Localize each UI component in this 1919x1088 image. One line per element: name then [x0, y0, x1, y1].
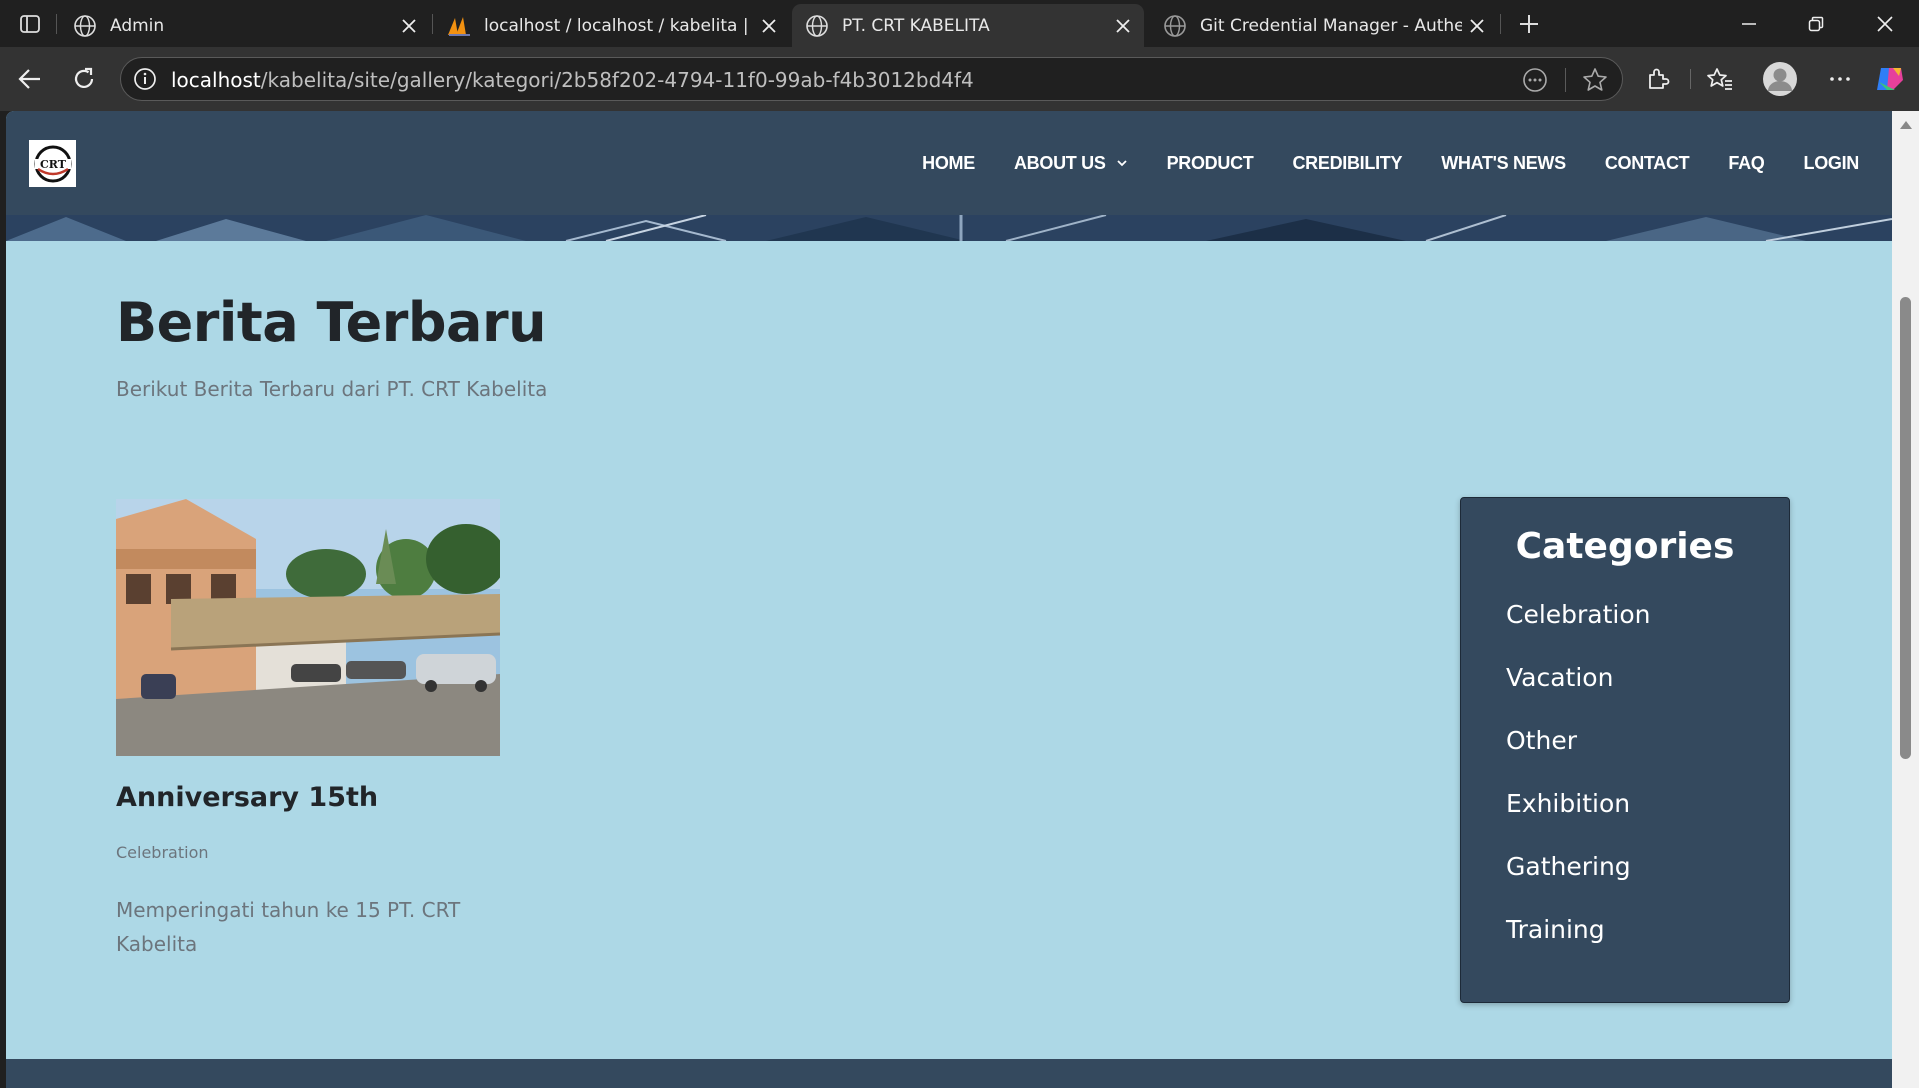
category-item-gathering[interactable]: Gathering	[1506, 852, 1651, 915]
main-content: Berita Terbaru Berikut Berita Terbaru da…	[6, 241, 1892, 1059]
page-subtitle: Berikut Berita Terbaru dari PT. CRT Kabe…	[116, 377, 548, 401]
more-dots-icon	[1830, 77, 1850, 81]
reload-button[interactable]	[62, 57, 106, 101]
favorites-button[interactable]	[1698, 57, 1742, 101]
page-scrollbar[interactable]	[1892, 111, 1919, 1088]
globe-icon	[804, 13, 830, 39]
category-item-other[interactable]: Other	[1506, 726, 1651, 789]
logo-text: CRT	[40, 158, 67, 171]
nav-whats-news[interactable]: WHAT'S NEWS	[1441, 153, 1566, 174]
globe-icon	[72, 13, 98, 39]
browser-tab-bar: Admin localhost / localhost / kabelita |…	[0, 0, 1919, 47]
site-header: CRT HOME ABOUT US PRODUCT CREDIBILITY WH…	[6, 111, 1892, 215]
more-menu-button[interactable]	[1818, 57, 1862, 101]
page-viewport: CRT HOME ABOUT US PRODUCT CREDIBILITY WH…	[6, 111, 1892, 1088]
nav-contact[interactable]: CONTACT	[1605, 153, 1690, 174]
site-logo[interactable]: CRT	[29, 140, 76, 187]
url-path: /kabelita/site/gallery/kategori/2b58f202…	[260, 68, 974, 92]
tab-admin[interactable]: Admin	[60, 4, 430, 47]
tab-label: Git Credential Manager - Authent	[1200, 15, 1462, 36]
categories-title: Categories	[1515, 526, 1735, 567]
copilot-icon	[1877, 68, 1903, 90]
news-card[interactable]: Anniversary 15th Celebration Memperingat…	[116, 499, 500, 961]
phpmyadmin-icon	[446, 13, 472, 39]
nav-home[interactable]: HOME	[922, 153, 975, 174]
close-tab-icon[interactable]	[1462, 11, 1492, 41]
extensions-button[interactable]	[1636, 57, 1680, 101]
category-item-training[interactable]: Training	[1506, 915, 1651, 978]
close-tab-icon[interactable]	[1108, 11, 1138, 41]
restore-button[interactable]	[1785, 0, 1847, 47]
site-footer	[6, 1059, 1892, 1088]
close-tab-icon[interactable]	[754, 11, 784, 41]
category-item-exhibition[interactable]: Exhibition	[1506, 789, 1651, 852]
tab-git-credential[interactable]: Git Credential Manager - Authent	[1150, 4, 1498, 47]
plus-icon	[1519, 14, 1538, 33]
close-tab-icon[interactable]	[394, 11, 424, 41]
tab-label: PT. CRT KABELITA	[842, 15, 990, 36]
url-host: localhost	[171, 68, 261, 92]
back-button[interactable]	[8, 57, 52, 101]
site-info-icon[interactable]	[133, 67, 157, 91]
news-card-title[interactable]: Anniversary 15th	[116, 782, 500, 813]
tab-label: Admin	[110, 15, 165, 36]
browser-toolbar: localhost/kabelita/site/gallery/kategori…	[0, 47, 1919, 111]
close-icon	[1877, 15, 1893, 32]
page-title: Berita Terbaru	[116, 291, 547, 354]
nav-faq[interactable]: FAQ	[1728, 153, 1764, 174]
favorite-star-icon[interactable]	[1581, 66, 1609, 94]
crt-logo-icon: CRT	[34, 145, 71, 182]
nav-product[interactable]: PRODUCT	[1167, 153, 1254, 174]
profile-button[interactable]	[1758, 57, 1802, 101]
scroll-up-arrow-icon[interactable]	[1900, 121, 1912, 129]
categories-sidebar: Categories Celebration Vacation Other Ex…	[1460, 497, 1790, 1003]
news-card-category: Celebration	[116, 843, 209, 862]
minimize-icon	[1742, 22, 1756, 25]
hero-banner-image	[6, 215, 1892, 241]
tab-label: localhost / localhost / kabelita | pl	[484, 15, 754, 36]
avatar-icon	[1763, 62, 1797, 96]
copilot-button[interactable]	[1868, 57, 1912, 101]
category-item-vacation[interactable]: Vacation	[1506, 663, 1651, 726]
tab-actions-button[interactable]	[6, 0, 53, 47]
nav-about-us[interactable]: ABOUT US	[1014, 153, 1128, 174]
nav-credibility[interactable]: CREDIBILITY	[1292, 153, 1402, 174]
news-card-image[interactable]	[116, 499, 500, 756]
tab-actions-icon	[19, 14, 40, 33]
categories-list: Celebration Vacation Other Exhibition Ga…	[1506, 600, 1651, 978]
restore-icon	[1808, 16, 1824, 31]
nav-login[interactable]: LOGIN	[1804, 153, 1860, 174]
scrollbar-thumb[interactable]	[1900, 297, 1911, 759]
back-arrow-icon	[18, 69, 40, 89]
new-tab-button[interactable]	[1505, 0, 1552, 47]
news-card-description: Memperingati tahun ke 15 PT. CRT Kabelit…	[116, 898, 461, 956]
address-bar[interactable]: localhost/kabelita/site/gallery/kategori…	[120, 57, 1623, 101]
category-item-celebration[interactable]: Celebration	[1506, 600, 1651, 663]
main-nav: HOME ABOUT US PRODUCT CREDIBILITY WHAT'S…	[883, 111, 1859, 215]
building-facade-image	[6, 215, 1892, 241]
tab-phpmyadmin[interactable]: localhost / localhost / kabelita | pl	[434, 4, 790, 47]
chevron-down-icon	[1116, 160, 1127, 167]
nav-about-label: ABOUT US	[1013, 152, 1106, 173]
reload-icon	[74, 67, 94, 88]
read-aloud-icon[interactable]	[1521, 66, 1549, 94]
favorites-icon	[1707, 68, 1732, 90]
close-window-button[interactable]	[1854, 0, 1916, 47]
minimize-button[interactable]	[1718, 0, 1780, 47]
tab-crt-kabelita[interactable]: PT. CRT KABELITA	[792, 4, 1144, 47]
globe-icon	[1162, 13, 1188, 39]
puzzle-icon	[1649, 68, 1670, 89]
url-text[interactable]: localhost/kabelita/site/gallery/kategori…	[171, 68, 974, 92]
